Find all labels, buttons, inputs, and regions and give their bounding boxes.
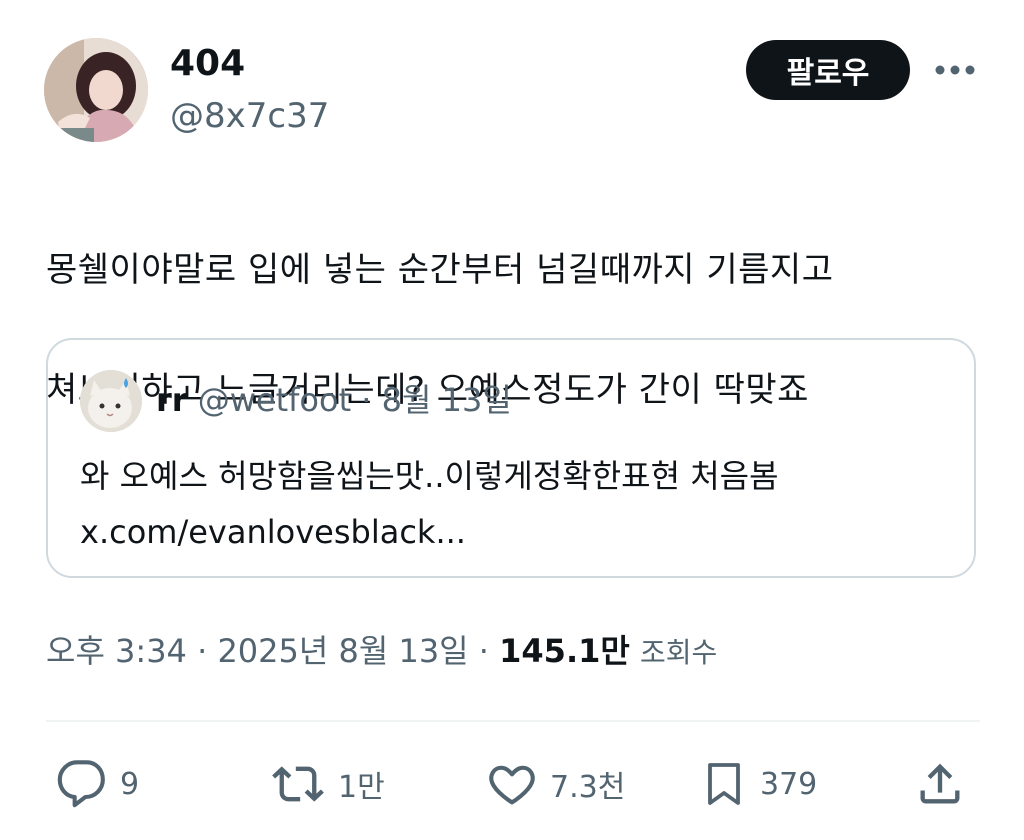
divider bbox=[46, 720, 980, 722]
bookmark-count: 379 bbox=[760, 766, 818, 802]
meta-separator: · bbox=[186, 632, 218, 670]
quoted-tweet-text: 와 오예스 허망함을씹는맛..이렇게정확한표현 처음봄 bbox=[80, 457, 779, 495]
views-count: 145.1만 bbox=[499, 632, 630, 670]
repost-icon bbox=[272, 766, 324, 802]
follow-button[interactable]: 팔로우 bbox=[746, 40, 910, 100]
repost-button[interactable]: 1만 bbox=[270, 756, 385, 812]
cat-avatar-image bbox=[80, 370, 142, 432]
tweet-time[interactable]: 오후 3:34 bbox=[46, 632, 187, 670]
quoted-tweet-card[interactable]: rr @wetfoot · 8월 13일 와 오예스 허망함을씹는맛..이렇게정… bbox=[46, 338, 976, 578]
repost-count: 1만 bbox=[338, 770, 385, 805]
author-avatar[interactable] bbox=[44, 38, 148, 142]
reply-button[interactable]: 9 bbox=[56, 756, 139, 812]
views-label: 조회수 bbox=[639, 636, 718, 669]
tweet-meta: 오후 3:34 · 2025년 8월 13일 · 145.1만 조회수 bbox=[46, 628, 717, 676]
tweet-detail: 404 @8x7c37 팔로우 몽쉘이야말로 입에 넣는 순간부터 넘길때까지 … bbox=[0, 0, 1024, 840]
quoted-tweet-body: 와 오예스 허망함을씹는맛..이렇게정확한표현 처음봄 x.com/evanlo… bbox=[80, 448, 960, 560]
quoted-date: 8월 13일 bbox=[381, 381, 512, 419]
bookmark-button[interactable]: 379 bbox=[700, 756, 817, 812]
share-icon bbox=[920, 763, 960, 804]
quoted-author-avatar bbox=[80, 370, 142, 432]
quoted-author-handle: @wetfoot bbox=[197, 381, 352, 419]
quoted-tweet-link[interactable]: x.com/evanlovesblack... bbox=[80, 504, 960, 560]
author-handle[interactable]: @8x7c37 bbox=[170, 94, 329, 138]
like-button[interactable]: 7.3천 bbox=[486, 756, 625, 812]
quoted-tweet-header: rr @wetfoot · 8월 13일 bbox=[156, 378, 512, 422]
share-button[interactable] bbox=[914, 756, 966, 812]
like-count: 7.3천 bbox=[550, 770, 626, 805]
heart-icon bbox=[489, 765, 535, 805]
bookmark-icon bbox=[708, 763, 740, 805]
quoted-author-name: rr bbox=[156, 381, 188, 419]
avatar-image bbox=[44, 38, 148, 142]
meta-separator: · bbox=[468, 632, 500, 670]
more-icon bbox=[935, 65, 975, 75]
quoted-separator: · bbox=[351, 381, 382, 419]
author-display-name[interactable]: 404 bbox=[170, 42, 245, 86]
more-options-button[interactable] bbox=[928, 48, 982, 92]
tweet-text-line: 몽쉘이야말로 입에 넣는 순간부터 넘길때까지 기름지고 bbox=[46, 250, 834, 290]
reply-icon bbox=[57, 760, 105, 808]
reply-count: 9 bbox=[120, 766, 140, 802]
tweet-date[interactable]: 2025년 8월 13일 bbox=[217, 632, 468, 670]
